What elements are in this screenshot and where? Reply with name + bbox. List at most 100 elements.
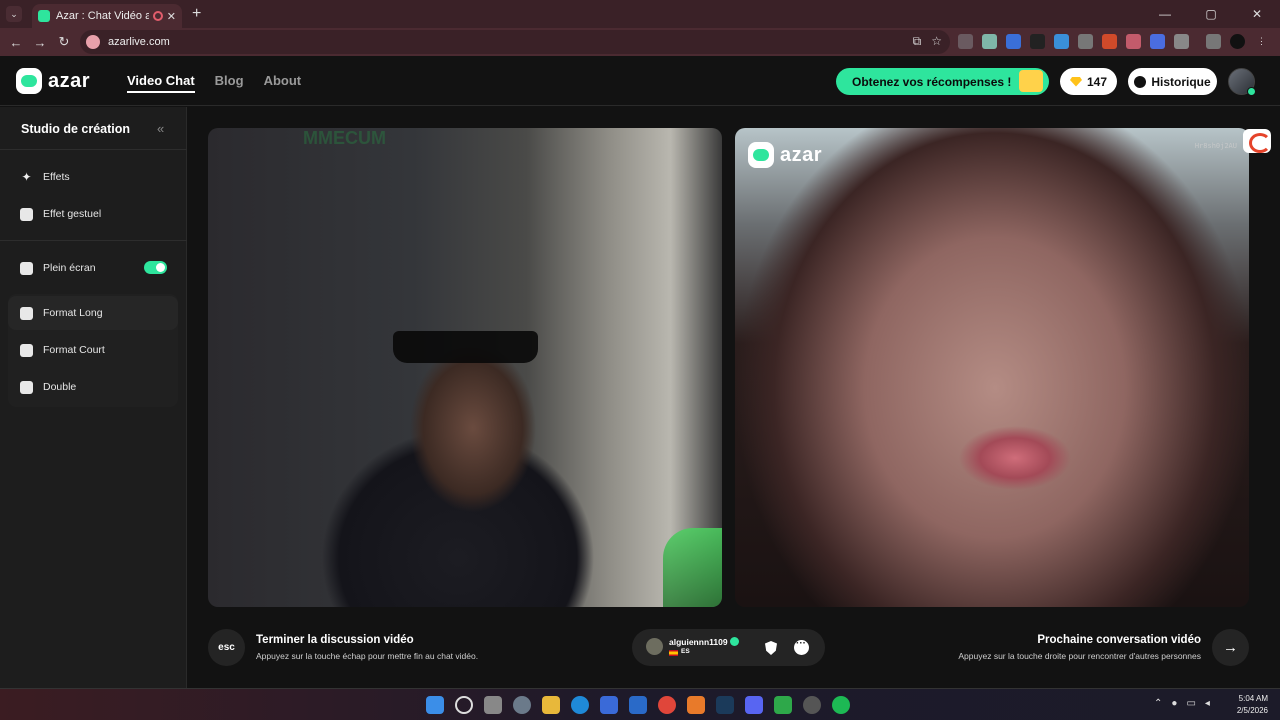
remote-video: azar Hr8sh0j2AU	[735, 128, 1249, 607]
steam-icon[interactable]	[716, 696, 734, 714]
extension-icon[interactable]	[1078, 34, 1093, 49]
extension-icon[interactable]	[1030, 34, 1045, 49]
extension-icon[interactable]	[1126, 34, 1141, 49]
edge-icon[interactable]	[571, 696, 589, 714]
reload-button[interactable]: ↻	[52, 34, 76, 50]
system-clock[interactable]: 5:04 AM 2/5/2026	[1230, 693, 1268, 717]
azar-logo-icon	[748, 142, 774, 168]
nav-about[interactable]: About	[264, 73, 302, 93]
bookmark-star-icon[interactable]: ☆	[931, 34, 942, 49]
divider	[0, 149, 187, 150]
main-nav: Video Chat Blog About	[127, 73, 301, 93]
app-icon[interactable]	[803, 696, 821, 714]
verified-icon	[730, 637, 739, 646]
end-chat-button[interactable]: esc	[208, 629, 245, 666]
sidebar-item-double[interactable]: Double	[8, 370, 178, 404]
profile-icon[interactable]	[1230, 34, 1245, 49]
window-controls: — ▢ ✕	[1142, 0, 1280, 28]
address-bar[interactable]: azarlive.com ⧉ ☆	[80, 30, 950, 54]
session-code: Hr8sh0j2AU	[1194, 142, 1237, 150]
nav-video-chat[interactable]: Video Chat	[127, 73, 195, 93]
peer-name: alguiennn1109	[669, 637, 728, 647]
start-icon[interactable]	[426, 696, 444, 714]
reading-list-icon[interactable]	[1206, 34, 1221, 49]
store-icon[interactable]	[600, 696, 618, 714]
extension-icon[interactable]	[1102, 34, 1117, 49]
spotify-icon[interactable]	[832, 696, 850, 714]
extension-icon[interactable]	[1150, 34, 1165, 49]
collapse-sidebar-icon[interactable]: «	[157, 121, 164, 136]
watermark-text: azar	[780, 143, 823, 166]
report-shield-icon[interactable]	[765, 641, 777, 655]
rewards-button[interactable]: Obtenez vos récompenses !	[836, 68, 1049, 95]
app-icon[interactable]	[687, 696, 705, 714]
extension-icon[interactable]	[1006, 34, 1021, 49]
site-info-icon[interactable]	[86, 35, 100, 49]
tray-chevron-icon[interactable]: ⌃	[1154, 698, 1162, 709]
tab-search-button[interactable]: ⌄	[6, 6, 22, 22]
azar-logo[interactable]: azar	[16, 68, 90, 94]
history-button[interactable]: Historique	[1128, 68, 1217, 95]
chrome-icon[interactable]	[658, 696, 676, 714]
download-icon[interactable]	[1054, 34, 1069, 49]
fullscreen-icon	[20, 261, 33, 275]
sidebar-item-effets[interactable]: ✦ Effets	[8, 160, 178, 194]
search-icon[interactable]	[455, 696, 473, 714]
volume-icon[interactable]: ◂	[1205, 698, 1210, 709]
cast-icon[interactable]: ⧉	[913, 34, 922, 49]
sidebar-item-effet-gestuel[interactable]: Effet gestuel	[8, 197, 178, 231]
online-status-icon	[1247, 87, 1256, 96]
task-view-icon[interactable]	[484, 696, 502, 714]
spain-flag-icon	[669, 650, 678, 656]
gems-button[interactable]: 147	[1060, 68, 1117, 95]
browser-menu-icon[interactable]: ⋮	[1254, 34, 1269, 49]
logo-text: azar	[48, 69, 91, 92]
chat-bubble-icon[interactable]	[794, 638, 809, 655]
tab-close-button[interactable]: ✕	[167, 10, 176, 23]
gesture-face-icon	[20, 207, 33, 221]
next-chat-button[interactable]: →	[1212, 629, 1249, 666]
neon-sign: MMECUM	[303, 128, 386, 148]
outlook-icon[interactable]	[629, 696, 647, 714]
discord-icon[interactable]	[745, 696, 763, 714]
sidebar-item-label: Double	[43, 381, 77, 393]
site-header: azar Video Chat Blog About Obtenez vos r…	[0, 56, 1280, 106]
nav-blog[interactable]: Blog	[215, 73, 244, 93]
browser-tab[interactable]: Azar : Chat Vidéo avec de n ✕	[32, 4, 182, 28]
maximize-button[interactable]: ▢	[1188, 0, 1234, 28]
extension-icon[interactable]	[958, 34, 973, 49]
peer-info: alguiennn1109 ES	[632, 629, 825, 666]
sidebar-item-format-court[interactable]: Format Court	[8, 333, 178, 367]
settings-icon[interactable]	[513, 696, 531, 714]
user-avatar[interactable]	[1228, 68, 1256, 96]
app-icon[interactable]	[774, 696, 792, 714]
url-actions: ⧉ ☆	[913, 34, 942, 49]
close-window-button[interactable]: ✕	[1234, 0, 1280, 28]
extension-icon[interactable]	[982, 34, 997, 49]
back-button[interactable]: ←	[4, 35, 28, 50]
microphone-icon[interactable]: ●	[1171, 698, 1177, 709]
fullscreen-toggle[interactable]	[144, 261, 167, 274]
sidebar-item-format-long[interactable]: Format Long	[8, 296, 178, 330]
windows-taskbar: ⌃ ● ▭ ◂ 5:04 AM 2/5/2026	[0, 688, 1280, 720]
extensions-row: ⋮	[958, 34, 1269, 49]
azar-logo-icon	[16, 68, 42, 94]
forward-button[interactable]: →	[28, 35, 52, 50]
new-tab-button[interactable]: +	[192, 5, 201, 23]
minimize-button[interactable]: —	[1142, 0, 1188, 28]
azar-favicon-icon	[38, 10, 50, 22]
magic-wand-icon: ✦	[21, 169, 32, 184]
end-chat-title: Terminer la discussion vidéo	[256, 634, 414, 646]
gems-count: 147	[1086, 74, 1108, 89]
network-icon[interactable]: ▭	[1186, 698, 1195, 709]
peer-avatar[interactable]	[646, 638, 663, 655]
clock-date: 2/5/2026	[1236, 706, 1268, 715]
sidebar-title: Studio de création	[21, 122, 131, 136]
file-explorer-icon[interactable]	[542, 696, 560, 714]
sidebar-item-label: Effet gestuel	[43, 208, 102, 220]
sidebar-item-label: Format Long	[43, 307, 103, 319]
browser-tabbar: ⌄ Azar : Chat Vidéo avec de n ✕ + — ▢ ✕	[0, 0, 1280, 28]
layout-long-icon	[20, 306, 33, 320]
video-watermark-logo: azar	[748, 142, 822, 168]
puzzle-icon[interactable]	[1174, 34, 1189, 49]
